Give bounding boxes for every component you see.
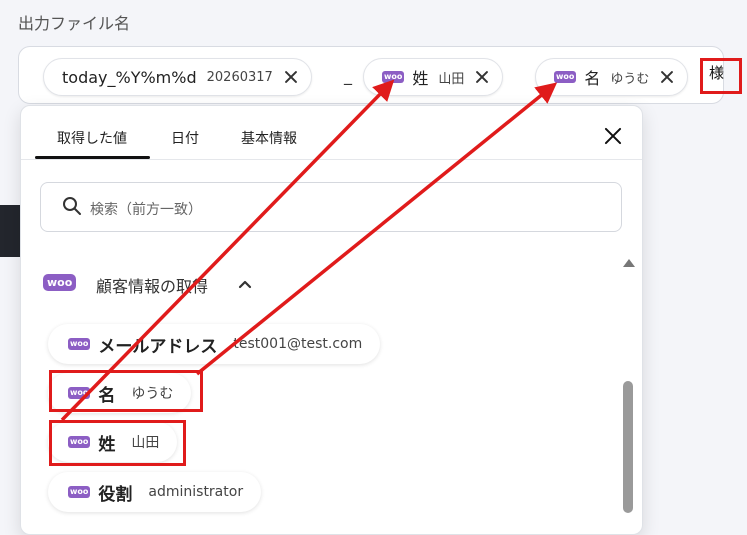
list-item-role[interactable]: woo 役割 administrator xyxy=(48,472,262,512)
chip-first-name[interactable]: woo 名 ゆうむ xyxy=(535,58,689,96)
woo-icon: woo xyxy=(382,71,405,83)
scroll-fade xyxy=(48,306,498,320)
chip-title: today_%Y%m%d xyxy=(62,67,197,87)
item-title: メールアドレス xyxy=(98,336,218,357)
section-title[interactable]: 顧客情報の取得 xyxy=(96,273,208,297)
woo-icon: woo xyxy=(68,486,91,498)
close-icon[interactable] xyxy=(659,69,675,85)
value-picker-panel xyxy=(20,105,643,535)
chip-today[interactable]: today_%Y%m%d 20260317 xyxy=(43,58,312,96)
chip-last-name[interactable]: woo 姓 山田 xyxy=(363,58,504,96)
chip-title: 名 xyxy=(584,69,601,88)
chip-sample: 20260317 xyxy=(206,69,273,85)
close-icon[interactable] xyxy=(283,69,299,85)
background-element xyxy=(0,205,20,257)
tab-retrieved-values[interactable]: 取得した値 xyxy=(57,128,127,148)
list-item-email[interactable]: woo メールアドレス test001@test.com xyxy=(48,324,381,364)
item-sample: test001@test.com xyxy=(233,336,363,352)
annotation-box-suffix xyxy=(700,58,742,94)
chip-sample: 山田 xyxy=(438,71,465,87)
chip-title: 姓 xyxy=(412,69,429,88)
scrollbar-thumb[interactable] xyxy=(623,381,633,513)
tabs-divider xyxy=(21,159,642,160)
close-icon[interactable] xyxy=(601,124,625,148)
separator: _ xyxy=(344,66,352,85)
annotation-box-last-name xyxy=(49,420,186,466)
search-placeholder: 検索（前方一致） xyxy=(90,202,202,218)
tab-date[interactable]: 日付 xyxy=(171,128,199,148)
field-label: 出力ファイル名 xyxy=(18,14,131,33)
item-title: 役割 xyxy=(98,484,133,505)
item-sample: administrator xyxy=(148,484,244,500)
tab-basic-info[interactable]: 基本情報 xyxy=(241,128,297,148)
scroll-up-arrow-icon[interactable] xyxy=(622,258,636,268)
active-tab-indicator xyxy=(35,156,150,159)
close-icon[interactable] xyxy=(474,69,490,85)
woo-icon: woo xyxy=(554,71,577,83)
annotation-box-first-name xyxy=(49,370,203,412)
search-icon xyxy=(63,197,81,215)
woo-icon: woo xyxy=(43,274,77,291)
woo-icon: woo xyxy=(68,338,91,350)
chevron-up-icon[interactable] xyxy=(237,278,253,290)
chip-sample: ゆうむ xyxy=(610,71,650,87)
